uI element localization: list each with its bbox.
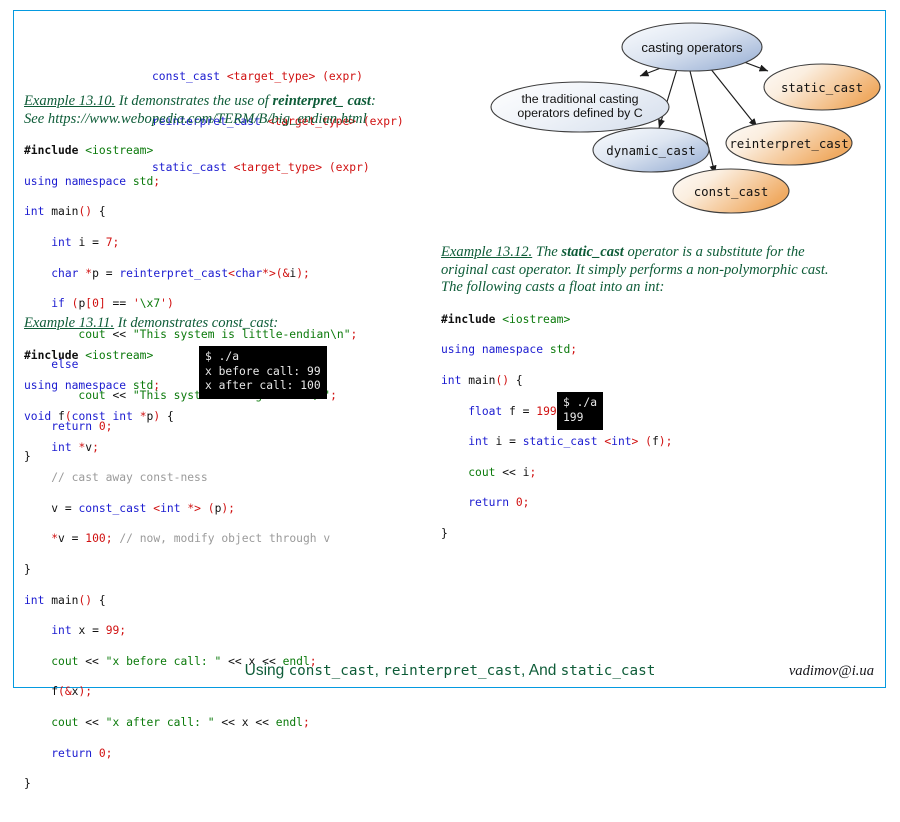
code-line: } [24,776,424,791]
diagram-nodes: casting operators the traditional castin… [491,23,880,213]
target-type: <target_type> [227,70,315,83]
example-13-10-heading: Example 13.10. It demonstrates the use o… [24,93,444,111]
code-line: int main() { [441,373,841,388]
example-label: Example 13.10. [24,93,115,109]
footer-title: Using const_cast, reinterpret_cast, And … [0,662,900,680]
node-dynamic-cast[interactable]: dynamic_cast [593,128,709,172]
node-label: reinterpret_cast [729,136,848,151]
footer-title-code2: reinterpret_cast [383,663,521,679]
node-traditional-operators[interactable]: the traditional casting operators define… [491,82,669,132]
example-13-12-code: #include <iostream> using namespace std;… [441,297,841,572]
code-line: #include <iostream> [24,143,444,158]
terminal-line: 199 [563,411,597,426]
example-13-11-code: #include <iostream> using namespace std;… [24,333,424,822]
node-label: dynamic_cast [606,143,696,158]
terminal-output-13-11: $ ./ax before call: 99x after call: 100 [199,346,327,399]
example-13-11-heading: Example 13.11. It demonstrates const_cas… [24,315,424,333]
signature-line: const_cast <target_type> (expr) [152,69,404,84]
code-line: *v = 100; // now, modify object through … [24,531,424,546]
node-label-line2: operators defined by C [517,106,642,120]
example-bold-term: reinterpret_ cast [272,93,371,109]
casting-operators-diagram: casting operators the traditional castin… [488,14,892,240]
example-text: It demonstrates const_cast: [114,315,278,331]
code-line: int main() { [24,204,444,219]
node-label: casting operators [641,40,743,55]
footer-title-part3: , And [521,662,561,679]
code-line: if (p[0] == '\x7') [24,296,444,311]
node-static-cast[interactable]: static_cast [764,64,880,110]
code-line: int main() { [24,593,424,608]
example-13-12-heading: Example 13.12. The static_cast operator … [441,244,841,297]
code-line: int i = 7; [24,235,444,250]
example-label: Example 13.11. [24,315,114,331]
terminal-output-13-12: $ ./a199 [557,392,603,430]
code-line: #include <iostream> [441,312,841,327]
terminal-line: $ ./a [205,350,321,365]
node-const-cast[interactable]: const_cast [673,169,789,213]
code-line: // cast away const-ness [24,470,424,485]
code-line: cout << i; [441,465,841,480]
code-line: char *p = reinterpret_cast<char*>(&i); [24,266,444,281]
footer-title-part2: , [375,662,384,679]
code-line: int *v; [24,440,424,455]
node-reinterpret-cast[interactable]: reinterpret_cast [726,121,852,165]
code-line: cout << "x after call: " << x << endl; [24,715,424,730]
code-line: } [441,526,841,541]
edge-root-to-reinterpret [710,68,757,127]
example-label: Example 13.12. [441,244,532,260]
example-text-after: : [371,93,376,109]
node-label: static_cast [781,80,863,95]
example-13-12-block: Example 13.12. The static_cast operator … [441,244,841,572]
cast-name: const_cast [152,70,220,83]
code-line: int i = static_cast <int> (f); [441,434,841,449]
code-line: float f = 199.22; [441,404,841,419]
node-label-line1: the traditional casting [521,92,638,106]
terminal-line: x after call: 100 [205,379,321,394]
code-line: using namespace std; [441,342,841,357]
terminal-line: x before call: 99 [205,365,321,380]
code-line: void f(const int *p) { [24,409,424,424]
example-text-before: It demonstrates the use of [115,93,272,109]
footer-title-code1: const_cast [289,663,375,679]
example-13-10-url: See https://www.webopedia.com/TERM/B/big… [24,111,444,129]
node-label: const_cast [694,184,769,199]
code-line: return 0; [24,746,424,761]
footer-title-part1: Using [245,662,289,679]
code-line: using namespace std; [24,174,444,189]
terminal-line: $ ./a [563,396,597,411]
example-bold-term: static_cast [561,244,623,260]
expr: (expr) [322,70,363,83]
code-line: return 0; [441,495,841,510]
footer-title-code3: static_cast [561,663,656,679]
code-line: f(&x); [24,684,424,699]
node-casting-operators[interactable]: casting operators [622,23,762,71]
example-text-1: The [532,244,561,260]
code-line: } [24,562,424,577]
code-line: v = const_cast <int *> (p); [24,501,424,516]
diagram-svg: casting operators the traditional castin… [488,14,892,240]
footer-email: vadimov@i.ua [789,663,874,680]
code-line: int x = 99; [24,623,424,638]
